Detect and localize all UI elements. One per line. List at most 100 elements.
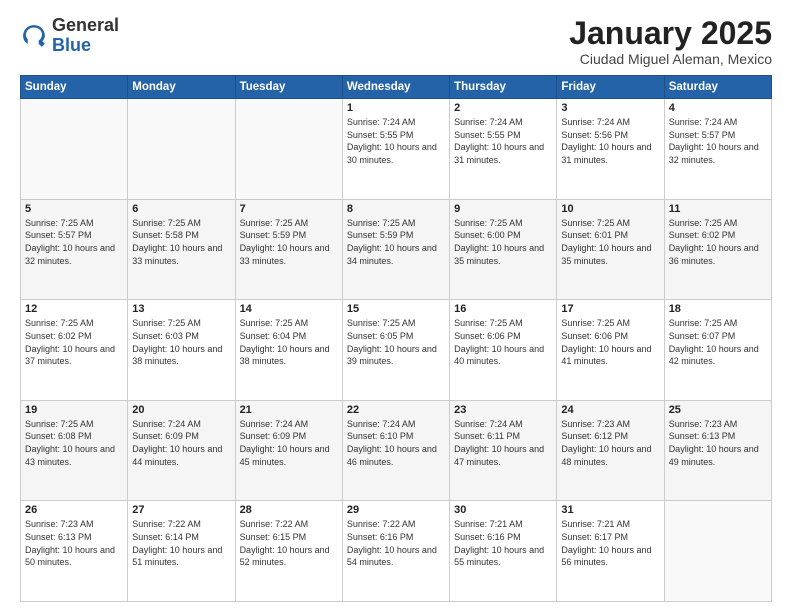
calendar-cell (235, 99, 342, 200)
calendar-cell (664, 501, 771, 602)
calendar-cell: 23Sunrise: 7:24 AM Sunset: 6:11 PM Dayli… (450, 400, 557, 501)
day-number: 8 (347, 203, 445, 215)
day-number: 18 (669, 303, 767, 315)
weekday-header-tuesday: Tuesday (235, 76, 342, 99)
logo: General Blue (20, 16, 119, 56)
day-number: 7 (240, 203, 338, 215)
calendar-cell (128, 99, 235, 200)
day-number: 16 (454, 303, 552, 315)
calendar-cell: 28 Sunrise: 7:22 AM Sunset: 6:15 PM Dayli… (235, 501, 342, 602)
day-info: Sunrise: 7:24 AM Sunset: 5:56 PM Dayligh… (561, 116, 659, 166)
day-info: Sunrise: 7:25 AM Sunset: 6:07 PM Dayligh… (669, 317, 767, 367)
day-number: 10 (561, 203, 659, 215)
calendar-cell: 14 Sunrise: 7:25 AM Sunset: 6:04 PM Dayli… (235, 300, 342, 401)
day-info: Sunrise: 7:23 AM Sunset: 6:13 PM Dayligh… (669, 418, 767, 468)
location: Ciudad Miguel Aleman, Mexico (569, 51, 772, 67)
day-number: 17 (561, 303, 659, 315)
calendar-cell: 29 Sunrise: 7:22 AM Sunset: 6:16 PM Dayli… (342, 501, 449, 602)
day-info: Sunrise: 7:22 AM Sunset: 6:14 PM Dayligh… (132, 518, 230, 568)
day-info: Sunrise: 7:25 AM Sunset: 6:08 PM Dayligh… (25, 418, 123, 468)
day-number: 3 (561, 102, 659, 114)
day-info: Sunrise: 7:24 AM Sunset: 6:09 PM Dayligh… (240, 418, 338, 468)
calendar-week-row: 12 Sunrise: 7:25 AM Sunset: 6:02 PM Dayli… (21, 300, 772, 401)
calendar-cell: 20Sunrise: 7:24 AM Sunset: 6:09 PM Dayli… (128, 400, 235, 501)
day-number: 6 (132, 203, 230, 215)
day-number: 15 (347, 303, 445, 315)
calendar-week-row: 26 Sunrise: 7:23 AM Sunset: 6:13 PM Dayli… (21, 501, 772, 602)
day-info: Sunrise: 7:23 AM Sunset: 6:13 PM Dayligh… (25, 518, 123, 568)
day-info: Sunrise: 7:21 AM Sunset: 6:16 PM Dayligh… (454, 518, 552, 568)
day-info: Sunrise: 7:22 AM Sunset: 6:16 PM Dayligh… (347, 518, 445, 568)
day-number: 31 (561, 504, 659, 516)
calendar-cell: 21 Sunrise: 7:24 AM Sunset: 6:09 PM Dayli… (235, 400, 342, 501)
day-info: Sunrise: 7:25 AM Sunset: 5:57 PM Dayligh… (25, 217, 123, 267)
calendar-cell: 19 Sunrise: 7:25 AM Sunset: 6:08 PM Dayli… (21, 400, 128, 501)
day-number: 9 (454, 203, 552, 215)
calendar-cell: 5 Sunrise: 7:25 AM Sunset: 5:57 PM Daylig… (21, 199, 128, 300)
calendar-cell: 1Sunrise: 7:24 AM Sunset: 5:55 PM Daylig… (342, 99, 449, 200)
day-number: 2 (454, 102, 552, 114)
day-info: Sunrise: 7:24 AM Sunset: 5:55 PM Dayligh… (454, 116, 552, 166)
day-info: Sunrise: 7:21 AM Sunset: 6:17 PM Dayligh… (561, 518, 659, 568)
day-number: 29 (347, 504, 445, 516)
day-number: 23 (454, 404, 552, 416)
day-number: 14 (240, 303, 338, 315)
calendar-cell: 13Sunrise: 7:25 AM Sunset: 6:03 PM Dayli… (128, 300, 235, 401)
day-info: Sunrise: 7:24 AM Sunset: 6:09 PM Dayligh… (132, 418, 230, 468)
weekday-header-saturday: Saturday (664, 76, 771, 99)
calendar-cell: 26 Sunrise: 7:23 AM Sunset: 6:13 PM Dayli… (21, 501, 128, 602)
day-number: 25 (669, 404, 767, 416)
calendar-cell: 30 Sunrise: 7:21 AM Sunset: 6:16 PM Dayli… (450, 501, 557, 602)
logo-blue-text: Blue (52, 35, 91, 55)
day-number: 5 (25, 203, 123, 215)
day-number: 28 (240, 504, 338, 516)
day-number: 26 (25, 504, 123, 516)
weekday-header-friday: Friday (557, 76, 664, 99)
day-number: 12 (25, 303, 123, 315)
day-info: Sunrise: 7:24 AM Sunset: 5:55 PM Dayligh… (347, 116, 445, 166)
day-info: Sunrise: 7:22 AM Sunset: 6:15 PM Dayligh… (240, 518, 338, 568)
month-title: January 2025 (569, 16, 772, 51)
day-info: Sunrise: 7:25 AM Sunset: 6:00 PM Dayligh… (454, 217, 552, 267)
calendar-cell: 10Sunrise: 7:25 AM Sunset: 6:01 PM Dayli… (557, 199, 664, 300)
calendar-cell (21, 99, 128, 200)
calendar-cell: 22Sunrise: 7:24 AM Sunset: 6:10 PM Dayli… (342, 400, 449, 501)
calendar-cell: 31 Sunrise: 7:21 AM Sunset: 6:17 PM Dayli… (557, 501, 664, 602)
weekday-header-sunday: Sunday (21, 76, 128, 99)
logo-general-text: General (52, 15, 119, 35)
day-number: 30 (454, 504, 552, 516)
calendar-cell: 7 Sunrise: 7:25 AM Sunset: 5:59 PM Daylig… (235, 199, 342, 300)
calendar-cell: 18 Sunrise: 7:25 AM Sunset: 6:07 PM Dayli… (664, 300, 771, 401)
calendar-cell: 24 Sunrise: 7:23 AM Sunset: 6:12 PM Dayli… (557, 400, 664, 501)
title-block: January 2025 Ciudad Miguel Aleman, Mexic… (569, 16, 772, 67)
day-info: Sunrise: 7:25 AM Sunset: 5:59 PM Dayligh… (347, 217, 445, 267)
calendar-cell: 16Sunrise: 7:25 AM Sunset: 6:06 PM Dayli… (450, 300, 557, 401)
day-info: Sunrise: 7:25 AM Sunset: 6:05 PM Dayligh… (347, 317, 445, 367)
day-info: Sunrise: 7:25 AM Sunset: 5:58 PM Dayligh… (132, 217, 230, 267)
header: General Blue January 2025 Ciudad Miguel … (20, 16, 772, 67)
day-info: Sunrise: 7:25 AM Sunset: 6:06 PM Dayligh… (561, 317, 659, 367)
calendar-cell: 27Sunrise: 7:22 AM Sunset: 6:14 PM Dayli… (128, 501, 235, 602)
calendar-cell: 12 Sunrise: 7:25 AM Sunset: 6:02 PM Dayli… (21, 300, 128, 401)
day-info: Sunrise: 7:25 AM Sunset: 6:04 PM Dayligh… (240, 317, 338, 367)
weekday-header-wednesday: Wednesday (342, 76, 449, 99)
day-number: 4 (669, 102, 767, 114)
calendar-cell: 6 Sunrise: 7:25 AM Sunset: 5:58 PM Daylig… (128, 199, 235, 300)
day-number: 11 (669, 203, 767, 215)
day-info: Sunrise: 7:25 AM Sunset: 6:02 PM Dayligh… (25, 317, 123, 367)
day-number: 24 (561, 404, 659, 416)
page: General Blue January 2025 Ciudad Miguel … (0, 0, 792, 612)
calendar-cell: 8 Sunrise: 7:25 AM Sunset: 5:59 PM Daylig… (342, 199, 449, 300)
calendar-cell: 3 Sunrise: 7:24 AM Sunset: 5:56 PM Daylig… (557, 99, 664, 200)
day-info: Sunrise: 7:24 AM Sunset: 5:57 PM Dayligh… (669, 116, 767, 166)
weekday-header-monday: Monday (128, 76, 235, 99)
day-number: 21 (240, 404, 338, 416)
calendar-table: SundayMondayTuesdayWednesdayThursdayFrid… (20, 75, 772, 602)
day-number: 19 (25, 404, 123, 416)
weekday-header-thursday: Thursday (450, 76, 557, 99)
day-info: Sunrise: 7:25 AM Sunset: 5:59 PM Dayligh… (240, 217, 338, 267)
day-info: Sunrise: 7:23 AM Sunset: 6:12 PM Dayligh… (561, 418, 659, 468)
calendar-week-row: 5 Sunrise: 7:25 AM Sunset: 5:57 PM Daylig… (21, 199, 772, 300)
day-info: Sunrise: 7:25 AM Sunset: 6:03 PM Dayligh… (132, 317, 230, 367)
calendar-cell: 25 Sunrise: 7:23 AM Sunset: 6:13 PM Dayli… (664, 400, 771, 501)
